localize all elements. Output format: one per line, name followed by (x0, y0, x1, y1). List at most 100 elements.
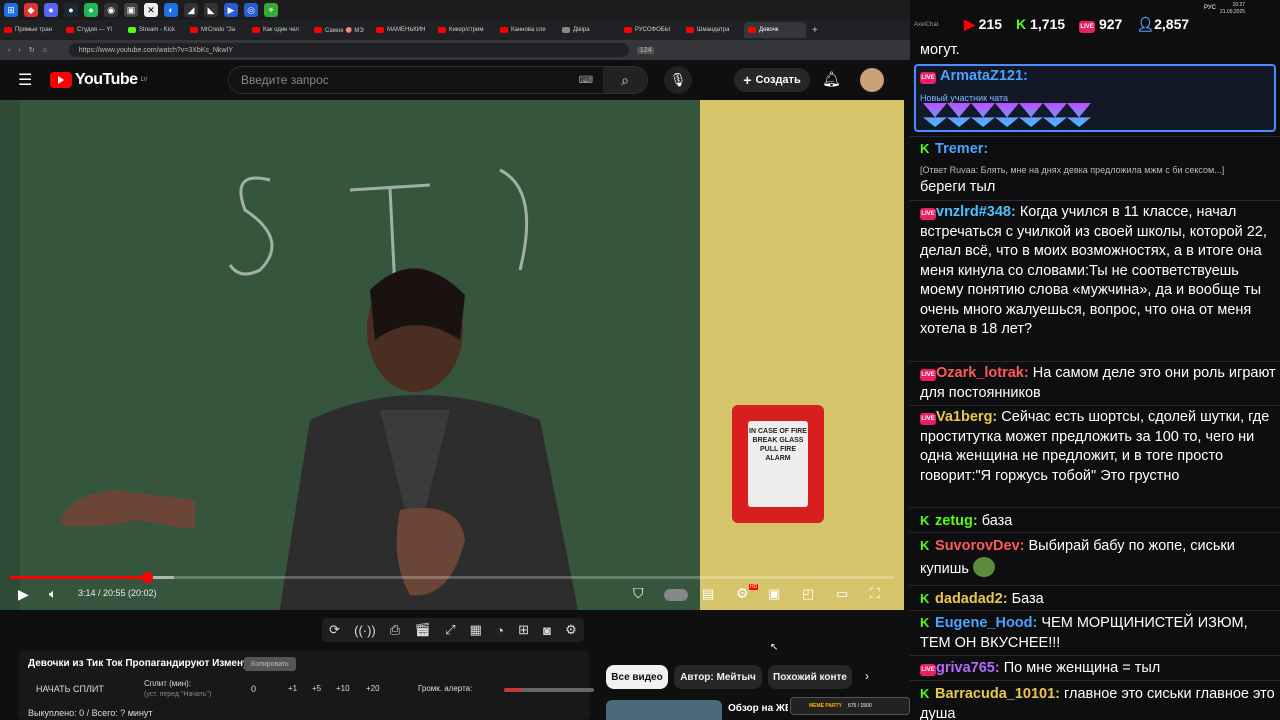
extension-badge[interactable]: 124 (636, 46, 655, 54)
speed-icon[interactable]: ◔ (496, 623, 504, 638)
browser-tab[interactable]: Дівіра (558, 22, 620, 38)
menu-icon[interactable]: ☰ (18, 70, 32, 90)
chat-message-text: береги тыл (920, 179, 996, 195)
youtube-logo[interactable]: YouTube LV (50, 71, 147, 89)
fullscreen-icon[interactable]: ⛶ (870, 585, 880, 602)
miniplayer-icon[interactable]: ▣ (768, 586, 780, 602)
chat-message-fragment: могут. (920, 42, 960, 58)
chevron-right-icon[interactable]: › (865, 669, 869, 683)
keyboard-icon[interactable]: ⌨ (579, 75, 593, 86)
settings-icon[interactable]: ⚙ (565, 622, 577, 638)
browser-tab[interactable]: Студия — YI (62, 22, 124, 38)
chat-message: K Tremer: (920, 141, 989, 157)
home-icon[interactable]: ⌂ (43, 47, 47, 54)
browser-tab[interactable]: Stream - Kick (124, 22, 186, 38)
camera-icon[interactable]: ⎙ (390, 622, 400, 638)
increment-button[interactable]: +5 (312, 684, 321, 693)
video-player[interactable]: IN CASE OF FIRE BREAK GLASS PULL FIRE AL… (0, 100, 904, 610)
autoplay-toggle[interactable] (664, 589, 688, 601)
url-field[interactable]: https://www.youtube.com/watch?v=3XbKc_Nk… (68, 43, 629, 57)
youtube-viewers: ▶ 215 (964, 15, 1003, 32)
browser-tab[interactable]: Кикер/стрим (434, 22, 496, 38)
start-icon[interactable]: ⊞ (4, 3, 18, 17)
browser-tab[interactable]: МАМЕНЬКИН (372, 22, 434, 38)
copy-button[interactable]: Копировать (244, 657, 296, 671)
alert-volume-slider[interactable] (504, 688, 594, 692)
play-icon[interactable]: ▶ (18, 586, 29, 603)
split-hint: (уст. перед "Начать") (144, 691, 212, 698)
increment-button[interactable]: +20 (366, 684, 380, 693)
back-icon[interactable]: ‹ (8, 47, 10, 54)
screenshot-icon[interactable]: ◙ (543, 623, 551, 638)
chip-similar[interactable]: Похожий конте (768, 665, 852, 689)
increment-button[interactable]: +10 (336, 684, 350, 693)
chip-author[interactable]: Автор: Мейтыч (674, 665, 762, 689)
meme-party-label: MEME PARTY (809, 703, 842, 709)
viewer-stats: ▶ 215 K 1,715 LIVE 927 👤︎2,857 (910, 13, 1280, 35)
expand-icon[interactable]: ⤢ (445, 622, 455, 638)
youtube-logo-text: YouTube (75, 71, 138, 88)
new-tab-icon[interactable]: + (812, 25, 818, 36)
browser-tab[interactable]: MrCredo "За (186, 22, 248, 38)
app-icon[interactable]: ◐ (164, 3, 178, 17)
grid-icon[interactable]: ▦ (470, 622, 482, 638)
app-icon[interactable]: ▣ (124, 3, 138, 17)
app-icon[interactable]: ▶ (224, 3, 238, 17)
clapper-icon[interactable]: 🎬︎ (414, 622, 431, 638)
divider (910, 585, 1280, 586)
start-split-button[interactable]: НАЧАТЬ СПЛИТ (36, 684, 104, 694)
gear-icon[interactable]: ⚙ (736, 585, 749, 602)
split-value[interactable]: 0 (251, 684, 256, 694)
bell-icon[interactable]: 🔔︎ (822, 70, 841, 88)
search-button[interactable]: ⌕ (603, 67, 647, 93)
audio-icon[interactable]: ((·)) (354, 623, 376, 638)
chat-message: LIVEvnzlrd#348: Когда учился в 11 классе… (920, 204, 1267, 337)
brave-icon[interactable]: ◆ (24, 3, 38, 17)
progress-bar[interactable] (10, 572, 894, 583)
mouse-cursor: ↖ (770, 642, 779, 653)
emote-icon (971, 103, 995, 127)
chat-message: K Eugene_Hood: ЧЕМ МОРЩИНИСТЕЙ ИЗЮМ, ТЕМ… (920, 615, 1248, 651)
recommended-title[interactable]: Обзор на ЖЕ (728, 703, 788, 714)
app-icon[interactable]: ◣ (204, 3, 218, 17)
steam-icon[interactable]: ● (64, 3, 78, 17)
browser-tab-active[interactable]: Девочк (744, 22, 806, 38)
browser-tab[interactable]: Каннова сле (496, 22, 558, 38)
reload-icon[interactable]: ↻ (29, 46, 35, 54)
region-code: LV (140, 77, 148, 83)
browser-tab[interactable]: Шмандатра (682, 22, 744, 38)
theater-icon[interactable]: ▭ (836, 586, 848, 602)
volume-icon[interactable]: 🔈︎ (49, 586, 57, 602)
subtitles-icon[interactable]: ▤ (702, 586, 714, 602)
app-icon[interactable]: ◎ (244, 3, 258, 17)
shield-icon[interactable]: ⛉ (633, 585, 644, 602)
obs-icon[interactable]: ◉ (104, 3, 118, 17)
discord-icon[interactable]: ● (44, 3, 58, 17)
app-icon[interactable]: ⌖ (264, 3, 278, 17)
loop-icon[interactable]: ⟳ (329, 622, 340, 638)
hd-badge: HD (749, 584, 759, 590)
browser-address-bar: ‹ › ↻ ⌂ https://www.youtube.com/watch?v=… (0, 40, 910, 60)
total-viewers: 👤︎2,857 (1136, 15, 1190, 32)
browser-tab[interactable]: РУСОФОБЫ (620, 22, 682, 38)
recommended-thumbnail[interactable] (606, 700, 722, 720)
increment-button[interactable]: +1 (288, 684, 297, 693)
browser-tab[interactable]: Как один чел (248, 22, 310, 38)
chat-message: LIVEOzark_lotrak: На самом деле это они … (920, 365, 1276, 401)
create-button[interactable]: + Создать (734, 68, 810, 92)
avatar[interactable] (860, 68, 884, 92)
divider (910, 507, 1280, 508)
close-app-icon[interactable]: ✕ (144, 3, 158, 17)
chip-all-videos[interactable]: Все видео (606, 665, 668, 689)
app-icon[interactable]: ◢ (184, 3, 198, 17)
search-input[interactable]: Введите запрос ⌨ ⌕ (228, 66, 648, 94)
spotify-icon[interactable]: ● (84, 3, 98, 17)
add-screen-icon[interactable]: ⊞ (518, 622, 529, 638)
youtube-play-icon (50, 72, 72, 88)
forward-icon[interactable]: › (18, 47, 20, 54)
browser-tab[interactable]: Самое 🎯 МЭ (310, 22, 372, 38)
browser-tab[interactable]: Прямые тран (0, 22, 62, 38)
scrubber-handle[interactable] (142, 572, 154, 583)
mic-icon[interactable]: 🎙 (664, 66, 692, 94)
pip-icon[interactable]: ◰ (802, 586, 814, 602)
